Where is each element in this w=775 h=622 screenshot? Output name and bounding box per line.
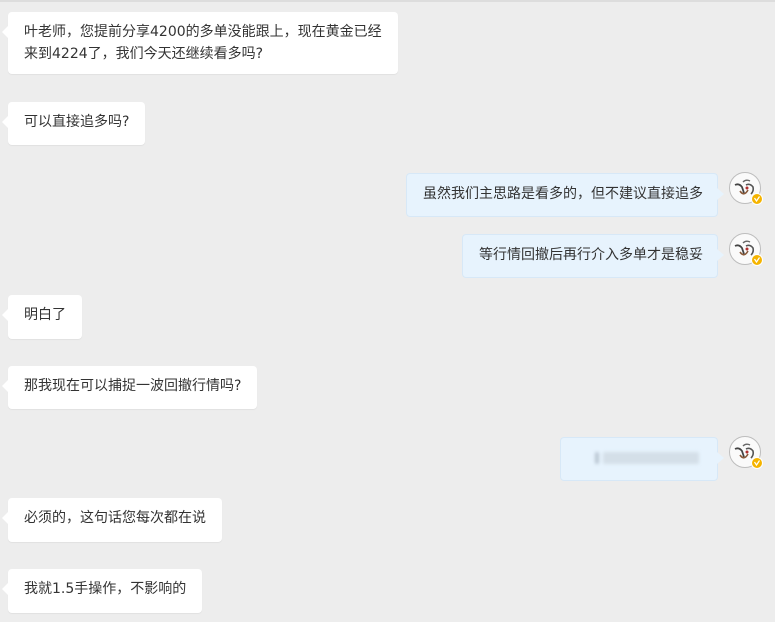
message-text: 可以直接追多吗? [24, 114, 130, 130]
teacher-avatar[interactable] [729, 172, 763, 205]
message-text: 必须的，这句话您每次都在说 [24, 510, 206, 526]
verified-check-icon [754, 257, 760, 264]
outgoing-message-bubble: 等行情回撤后再行介入多单才是稳妥 [462, 234, 724, 278]
top-divider [0, 0, 775, 2]
message-text-line: 叶老师，您提前分享4200的多单没能跟上，现在黄金已经 [24, 24, 382, 40]
message-text: 虽然我们主思路是看多的，但不建议直接追多 [423, 186, 703, 202]
verified-check-icon [754, 460, 760, 467]
message-text: 等行情回撤后再行介入多单才是稳妥 [479, 247, 703, 263]
verified-check-icon [754, 196, 760, 203]
teacher-avatar[interactable] [729, 436, 763, 469]
incoming-message-bubble: 明白了 [2, 295, 82, 339]
redacted-content [577, 447, 703, 469]
incoming-message-bubble: 我就1.5手操作，不影响的 [1, 569, 203, 613]
message-text: 我就1.5手操作，不影响的 [24, 581, 187, 597]
incoming-message-bubble: 可以直接追多吗? [1, 102, 146, 145]
teacher-avatar[interactable] [729, 233, 763, 266]
outgoing-message-bubble: 虽然我们主思路是看多的，但不建议直接追多 [406, 173, 724, 217]
outgoing-message-bubble-redacted [560, 437, 724, 481]
incoming-message-bubble: 必须的，这句话您每次都在说 [2, 498, 222, 542]
verified-badge [751, 193, 763, 205]
verified-badge [751, 254, 763, 266]
message-text: 明白了 [24, 307, 66, 323]
verified-badge [751, 457, 763, 469]
incoming-message-bubble: 那我现在可以捕捉一波回撤行情吗? [1, 366, 258, 409]
message-text: 那我现在可以捕捉一波回撤行情吗? [24, 378, 242, 394]
chat-scrollbar[interactable] [769, 0, 775, 622]
message-text-line: 来到4224了，我们今天还继续看多吗? [24, 46, 264, 62]
incoming-message-bubble: 叶老师，您提前分享4200的多单没能跟上，现在黄金已经 来到4224了，我们今天… [2, 12, 398, 74]
